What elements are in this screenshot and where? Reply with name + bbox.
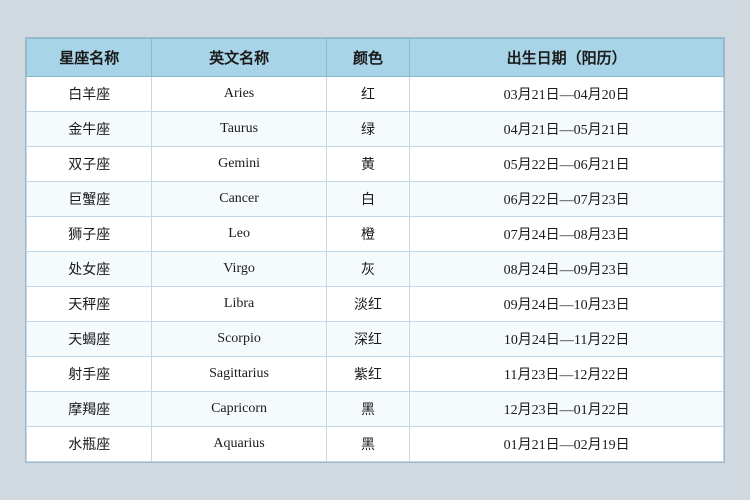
table-row: 巨蟹座Cancer白06月22日—07月23日 — [27, 182, 724, 217]
zodiac-table: 星座名称 英文名称 颜色 出生日期（阳历） 白羊座Aries红03月21日—04… — [26, 38, 724, 462]
table-row: 狮子座Leo橙07月24日—08月23日 — [27, 217, 724, 252]
cell-chinese: 金牛座 — [27, 112, 152, 147]
cell-date: 06月22日—07月23日 — [410, 182, 724, 217]
cell-color: 红 — [326, 77, 410, 112]
cell-color: 紫红 — [326, 357, 410, 392]
cell-color: 黑 — [326, 392, 410, 427]
cell-chinese: 摩羯座 — [27, 392, 152, 427]
cell-english: Aries — [152, 77, 326, 112]
cell-color: 黄 — [326, 147, 410, 182]
table-row: 摩羯座Capricorn黑12月23日—01月22日 — [27, 392, 724, 427]
cell-chinese: 水瓶座 — [27, 427, 152, 462]
cell-chinese: 天蝎座 — [27, 322, 152, 357]
cell-chinese: 巨蟹座 — [27, 182, 152, 217]
cell-chinese: 天秤座 — [27, 287, 152, 322]
cell-english: Aquarius — [152, 427, 326, 462]
cell-english: Capricorn — [152, 392, 326, 427]
cell-chinese: 处女座 — [27, 252, 152, 287]
cell-english: Libra — [152, 287, 326, 322]
table-row: 射手座Sagittarius紫红11月23日—12月22日 — [27, 357, 724, 392]
cell-color: 白 — [326, 182, 410, 217]
cell-color: 绿 — [326, 112, 410, 147]
cell-english: Sagittarius — [152, 357, 326, 392]
cell-color: 灰 — [326, 252, 410, 287]
cell-date: 10月24日—11月22日 — [410, 322, 724, 357]
cell-english: Gemini — [152, 147, 326, 182]
table-header-row: 星座名称 英文名称 颜色 出生日期（阳历） — [27, 39, 724, 77]
cell-english: Cancer — [152, 182, 326, 217]
header-color: 颜色 — [326, 39, 410, 77]
cell-color: 淡红 — [326, 287, 410, 322]
cell-date: 01月21日—02月19日 — [410, 427, 724, 462]
cell-date: 03月21日—04月20日 — [410, 77, 724, 112]
cell-chinese: 射手座 — [27, 357, 152, 392]
table-row: 白羊座Aries红03月21日—04月20日 — [27, 77, 724, 112]
cell-date: 12月23日—01月22日 — [410, 392, 724, 427]
header-english: 英文名称 — [152, 39, 326, 77]
cell-english: Virgo — [152, 252, 326, 287]
table-row: 金牛座Taurus绿04月21日—05月21日 — [27, 112, 724, 147]
table-body: 白羊座Aries红03月21日—04月20日金牛座Taurus绿04月21日—0… — [27, 77, 724, 462]
cell-chinese: 双子座 — [27, 147, 152, 182]
table-row: 处女座Virgo灰08月24日—09月23日 — [27, 252, 724, 287]
header-chinese: 星座名称 — [27, 39, 152, 77]
cell-color: 黑 — [326, 427, 410, 462]
cell-date: 09月24日—10月23日 — [410, 287, 724, 322]
cell-chinese: 狮子座 — [27, 217, 152, 252]
cell-date: 05月22日—06月21日 — [410, 147, 724, 182]
cell-color: 橙 — [326, 217, 410, 252]
table-row: 双子座Gemini黄05月22日—06月21日 — [27, 147, 724, 182]
cell-english: Taurus — [152, 112, 326, 147]
cell-date: 04月21日—05月21日 — [410, 112, 724, 147]
table-row: 水瓶座Aquarius黑01月21日—02月19日 — [27, 427, 724, 462]
cell-date: 11月23日—12月22日 — [410, 357, 724, 392]
table-row: 天蝎座Scorpio深红10月24日—11月22日 — [27, 322, 724, 357]
header-date: 出生日期（阳历） — [410, 39, 724, 77]
cell-color: 深红 — [326, 322, 410, 357]
cell-chinese: 白羊座 — [27, 77, 152, 112]
cell-english: Leo — [152, 217, 326, 252]
zodiac-table-container: 星座名称 英文名称 颜色 出生日期（阳历） 白羊座Aries红03月21日—04… — [25, 37, 725, 463]
table-row: 天秤座Libra淡红09月24日—10月23日 — [27, 287, 724, 322]
cell-date: 08月24日—09月23日 — [410, 252, 724, 287]
cell-date: 07月24日—08月23日 — [410, 217, 724, 252]
cell-english: Scorpio — [152, 322, 326, 357]
